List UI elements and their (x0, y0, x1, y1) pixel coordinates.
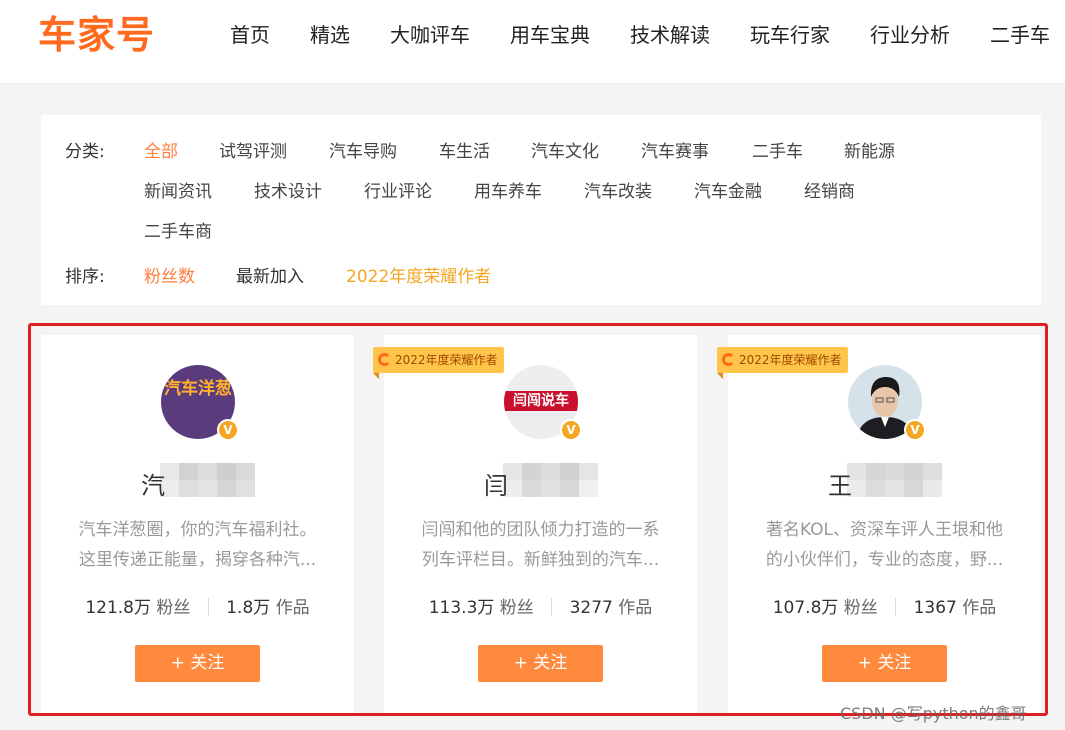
author-card[interactable]: 2022年度荣耀作者 V 王 著名KOL、资深车评人王垠和他的小伙伴们，专业的态… (717, 335, 1041, 715)
avatar-logo-text: 汽车洋葱 (164, 379, 232, 399)
filter-panel: 分类: 全部 试驾评测 汽车导购 车生活 汽车文化 汽车赛事 二手车 新能源 新… (41, 115, 1041, 305)
honor-author-badge: 2022年度荣耀作者 (717, 347, 848, 379)
sort-by-newest[interactable]: 最新加入 (236, 262, 304, 287)
verified-icon: V (904, 419, 926, 441)
category-racing[interactable]: 汽车赛事 (641, 137, 709, 162)
author-stats: 121.8万 粉丝 1.8万 作品 (41, 593, 354, 618)
category-buying-guide[interactable]: 汽车导购 (329, 137, 397, 162)
sort-label: 排序: (65, 267, 105, 287)
category-maintenance[interactable]: 用车养车 (474, 177, 542, 202)
stats-divider (895, 598, 897, 616)
author-name-first-char: 汽 (141, 472, 165, 500)
category-label: 分类: (65, 142, 105, 162)
nav-item-car-guide[interactable]: 用车宝典 (510, 20, 590, 50)
author-description: 闫闯和他的团队倾力打造的一系列车评栏目。新鲜独到的汽车... (421, 520, 660, 570)
honor-author-badge: 2022年度荣耀作者 (373, 347, 504, 379)
follow-button[interactable]: + 关注 (135, 645, 260, 682)
fans-count: 121.8万 (85, 598, 151, 618)
nav-item-industry[interactable]: 行业分析 (870, 20, 950, 50)
author-name-blurred[interactable]: 闫 (484, 463, 599, 500)
category-used-car-dealer[interactable]: 二手车商 (144, 217, 212, 242)
works-unit: 作品 (275, 598, 310, 618)
nav-item-players[interactable]: 玩车行家 (750, 20, 830, 50)
main-nav: 首页 精选 大咖评车 用车宝典 技术解读 玩车行家 行业分析 二手车 (230, 20, 1065, 50)
follow-button[interactable]: + 关注 (822, 645, 947, 682)
works-count: 1.8万 (226, 598, 271, 618)
category-new-energy[interactable]: 新能源 (844, 137, 895, 162)
category-industry-review[interactable]: 行业评论 (364, 177, 432, 202)
fans-unit: 粉丝 (499, 598, 534, 618)
category-used-car[interactable]: 二手车 (752, 137, 803, 162)
category-test-drive[interactable]: 试驾评测 (219, 137, 287, 162)
works-unit: 作品 (618, 598, 653, 618)
honor-logo-icon (722, 353, 735, 366)
category-modding[interactable]: 汽车改装 (584, 177, 652, 202)
category-dealer[interactable]: 经销商 (804, 177, 855, 202)
verified-icon: V (560, 419, 582, 441)
nav-item-experts[interactable]: 大咖评车 (390, 20, 470, 50)
badge-label: 2022年度荣耀作者 (395, 353, 498, 367)
honor-logo-icon (378, 353, 391, 366)
fans-count: 113.3万 (428, 598, 495, 618)
category-all[interactable]: 全部 (144, 137, 178, 162)
works-count: 3277 (569, 598, 613, 618)
author-name-blurred[interactable]: 王 (828, 463, 943, 500)
author-description: 著名KOL、资深车评人王垠和他的小伙伴们，专业的态度，野... (765, 520, 1004, 570)
author-name-blurred[interactable]: 汽 (141, 463, 256, 500)
top-header: 车家号 首页 精选 大咖评车 用车宝典 技术解读 玩车行家 行业分析 二手车 (0, 0, 1065, 84)
category-news[interactable]: 新闻资讯 (144, 177, 212, 202)
category-car-culture[interactable]: 汽车文化 (531, 137, 599, 162)
author-stats: 113.3万 粉丝 3277 作品 (384, 593, 697, 618)
avatar-logo-text: 闫闯说车 (504, 391, 578, 411)
nav-item-home[interactable]: 首页 (230, 20, 270, 50)
nav-item-used-car[interactable]: 二手车 (990, 20, 1050, 50)
follow-button[interactable]: + 关注 (478, 645, 603, 682)
works-count: 1367 (913, 598, 957, 618)
nav-item-featured[interactable]: 精选 (310, 20, 350, 50)
stats-divider (551, 598, 553, 616)
category-tech-design[interactable]: 技术设计 (254, 177, 322, 202)
works-unit: 作品 (962, 598, 997, 618)
nav-item-tech[interactable]: 技术解读 (630, 20, 710, 50)
category-finance[interactable]: 汽车金融 (694, 177, 762, 202)
badge-label: 2022年度荣耀作者 (739, 353, 842, 367)
category-car-life[interactable]: 车生活 (439, 137, 490, 162)
author-card[interactable]: 2022年度荣耀作者 闫闯说车 V 闫 闫闯和他的团队倾力打造的一系列车评栏目。… (373, 335, 697, 715)
fans-unit: 粉丝 (156, 598, 191, 618)
author-stats: 107.8万 粉丝 1367 作品 (728, 593, 1041, 618)
fans-count: 107.8万 (772, 598, 839, 618)
author-description: 汽车洋葱圈，你的汽车福利社。这里传递正能量，揭穿各种汽... (78, 520, 317, 570)
author-name-first-char: 王 (828, 472, 852, 500)
csdn-watermark: CSDN @写python的鑫哥 (840, 704, 1027, 723)
author-card[interactable]: 汽车洋葱 V 汽 汽车洋葱圈，你的汽车福利社。这里传递正能量，揭穿各种汽... … (41, 335, 354, 715)
author-name-first-char: 闫 (484, 472, 508, 500)
sort-honor-authors[interactable]: 2022年度荣耀作者 (346, 262, 491, 287)
fans-unit: 粉丝 (843, 598, 878, 618)
verified-icon: V (217, 419, 239, 441)
sort-by-fans[interactable]: 粉丝数 (144, 262, 195, 287)
site-logo[interactable]: 车家号 (38, 13, 155, 57)
stats-divider (207, 598, 209, 616)
